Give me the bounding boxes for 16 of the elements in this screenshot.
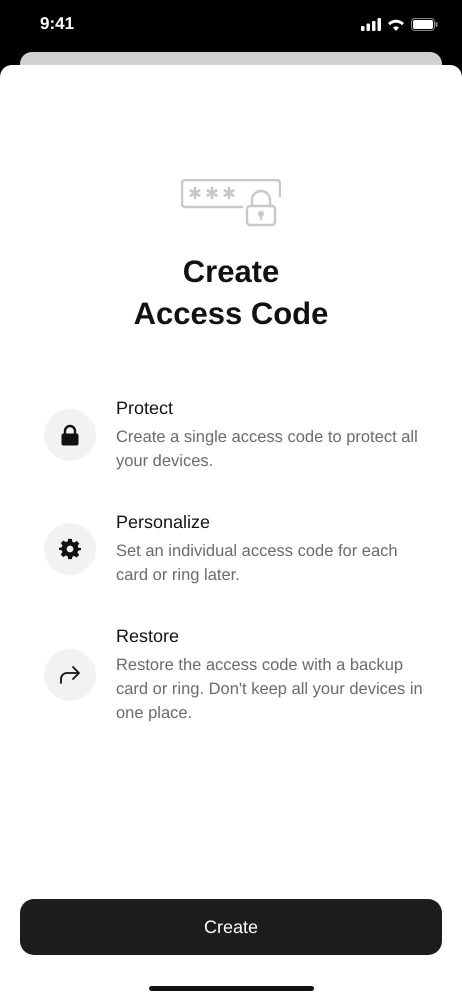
create-button[interactable]: Create <box>20 899 442 955</box>
forward-arrow-icon <box>59 665 81 685</box>
status-time: 9:41 <box>40 14 74 34</box>
feature-description: Create a single access code to protect all your devices. <box>116 427 419 472</box>
feature-title: Protect <box>116 397 174 419</box>
battery-icon <box>411 18 438 30</box>
password-lock-icon <box>181 179 281 227</box>
gear-icon <box>59 538 81 560</box>
feature-title: Personalize <box>116 511 212 533</box>
wifi-icon <box>387 18 405 30</box>
lock-icon <box>60 424 80 446</box>
feature-title: Restore <box>116 625 180 647</box>
feature-description: Set an individual access code for each card or ring later. <box>116 541 399 586</box>
page-title: Create Access Code <box>132 253 330 333</box>
signal-icon <box>361 18 381 30</box>
feature-description: Restore the access code with a backup card or ring. Don't keep all your devices in one place. <box>116 655 424 724</box>
